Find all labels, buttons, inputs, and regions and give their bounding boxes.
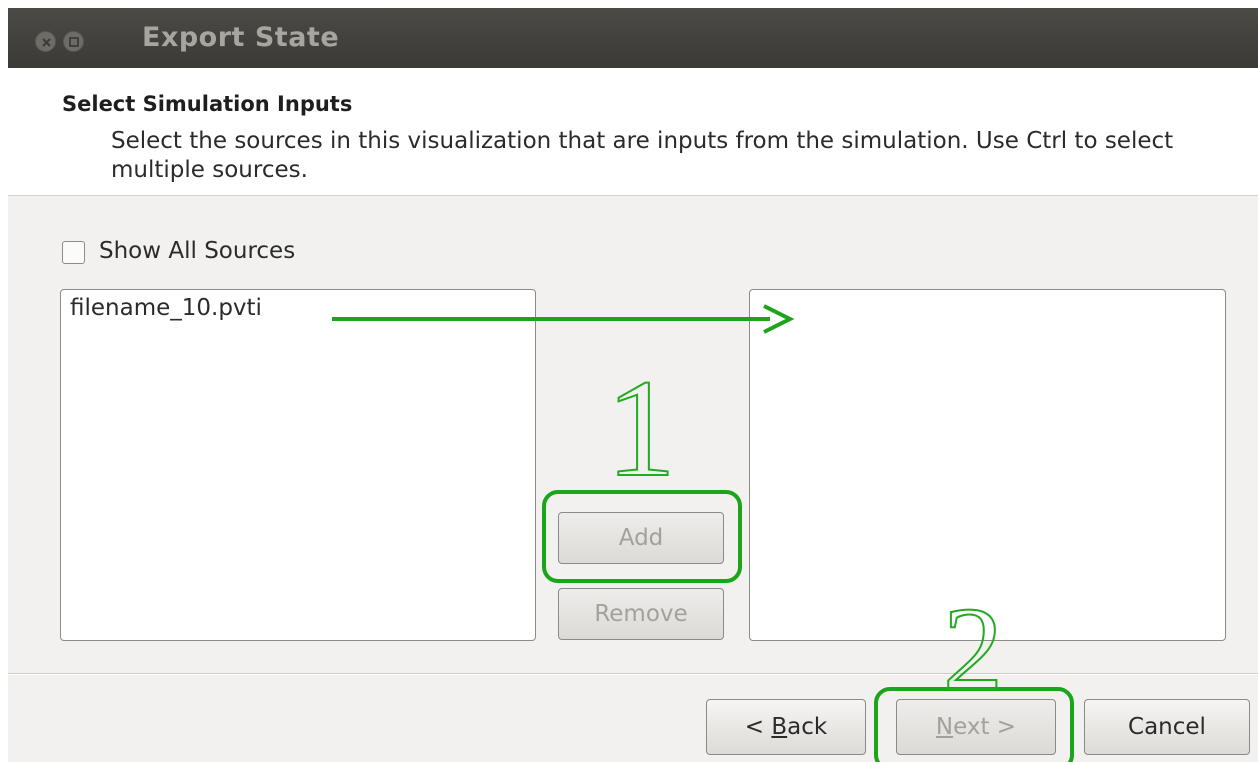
available-sources-list[interactable]: filename_10.pvti [60,289,536,641]
simulation-inputs-list[interactable] [749,289,1226,641]
back-mnemonic: B [771,714,788,740]
list-item[interactable]: filename_10.pvti [70,295,262,321]
wizard-body: Show All Sources filename_10.pvti Add Re… [8,196,1258,762]
back-button[interactable]: < Back [706,699,866,755]
show-all-sources-checkbox[interactable] [62,241,85,264]
back-rest: ack [787,714,828,740]
window-title: Export State [142,22,340,53]
show-all-sources-label[interactable]: Show All Sources [99,238,295,264]
page-subtitle: Select the sources in this visualization… [111,128,1174,183]
page-title: Select Simulation Inputs [62,92,353,116]
maximize-icon[interactable] [63,31,84,52]
footer-divider-highlight [8,674,1258,675]
next-rest: ext > [953,714,1017,740]
window-titlebar: Export State [8,8,1258,68]
back-prefix: < [744,714,772,740]
next-button[interactable]: Next > [896,699,1056,755]
wizard-header: Select Simulation Inputs Select the sour… [8,68,1258,196]
close-icon[interactable] [35,31,56,52]
remove-button[interactable]: Remove [558,588,724,640]
add-button[interactable]: Add [558,512,724,564]
next-mnemonic: N [935,714,954,740]
cancel-button[interactable]: Cancel [1084,699,1250,755]
